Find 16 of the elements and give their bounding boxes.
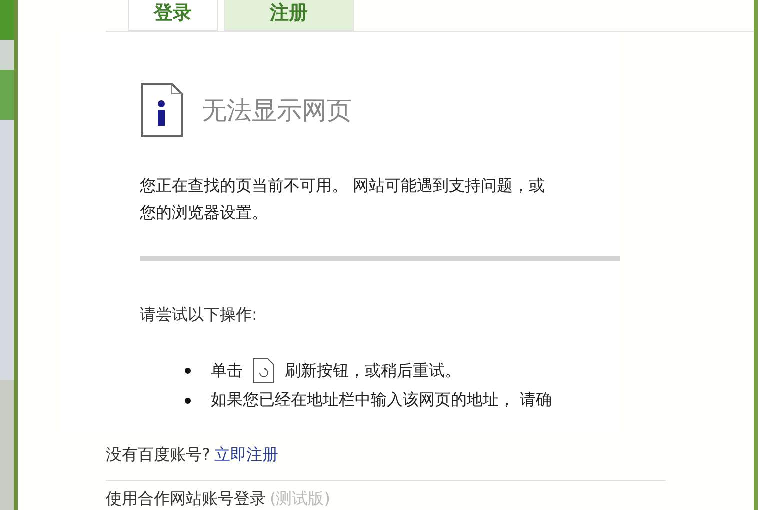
instruction-text: 如果您已经在地址栏中输入该网页的地址， 请确 bbox=[211, 390, 552, 411]
tab[interactable]: 注册 bbox=[224, 0, 354, 31]
info-document-icon bbox=[140, 82, 184, 138]
refresh-page-icon bbox=[253, 358, 275, 384]
error-title: 无法显示网页 bbox=[202, 94, 352, 126]
beta-note: (测试版) bbox=[270, 489, 330, 510]
bullet-icon bbox=[185, 368, 191, 374]
tab[interactable]: 登录 bbox=[128, 0, 218, 31]
instruction-text: 刷新按钮，或稍后重试。 bbox=[285, 360, 461, 382]
instruction-text: 单击 bbox=[211, 360, 243, 382]
register-link[interactable]: 立即注册 bbox=[214, 445, 278, 466]
register-question: 没有百度账号? bbox=[106, 445, 210, 466]
instructions-heading: 请尝试以下操作: bbox=[140, 305, 258, 326]
bullet-icon bbox=[185, 398, 191, 404]
error-message: 您正在查找的页当前不可用。 网站可能遇到支持问题，或 您的浏览器设置。 bbox=[140, 175, 546, 224]
partner-login-label: 使用合作网站账号登录 bbox=[106, 489, 266, 510]
